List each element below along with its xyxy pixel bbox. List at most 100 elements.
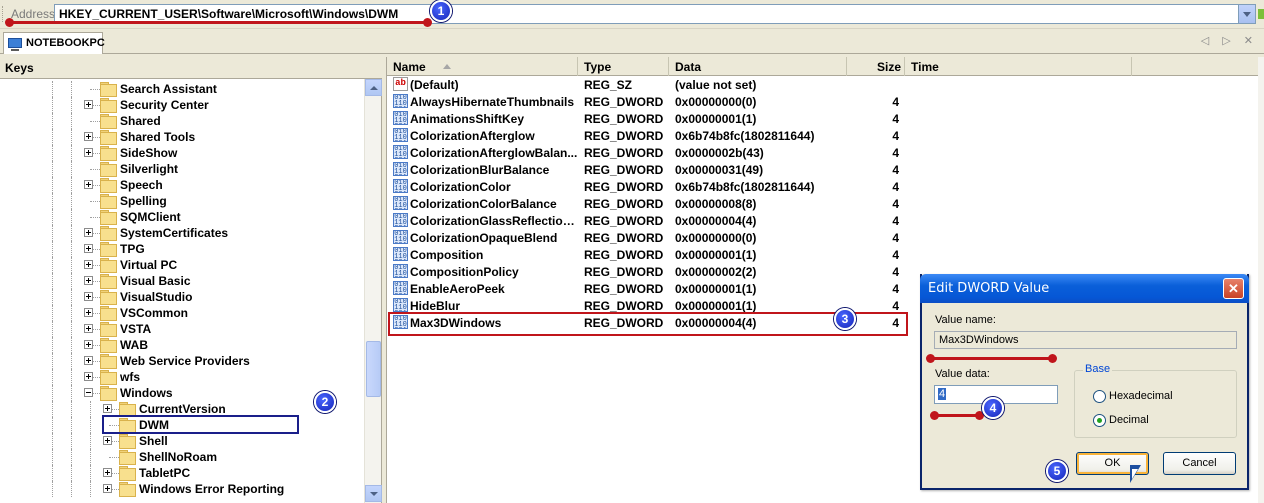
tree-item-shellnoroam[interactable]: ShellNoRoam [0,449,364,465]
value-name-cell: ColorizationColor [410,180,511,194]
value-row[interactable]: 010110001ColorizationBlurBalance REG_DWOR… [387,161,1257,178]
tree-item-windows-error-reporting[interactable]: Windows Error Reporting [0,481,364,497]
expand-icon[interactable] [84,372,93,381]
tab-label: NOTEBOOKPC [26,37,105,49]
tree-item-shared[interactable]: Shared [0,113,364,129]
folder-icon [100,210,117,225]
expand-icon[interactable] [84,244,93,253]
expand-icon[interactable] [103,468,112,477]
expand-icon[interactable] [84,308,93,317]
tree-guide-line [52,401,53,417]
tree-item-visual-basic[interactable]: Visual Basic [0,273,364,289]
tree-guide-line [52,225,53,241]
column-header-type[interactable]: Type [578,57,669,76]
tree-item-label: SystemCertificates [120,226,229,240]
radio-decimal-label[interactable]: Decimal [1109,414,1149,426]
tree-item-tabletpc[interactable]: TabletPC [0,465,364,481]
value-row[interactable]: 010110001ColorizationGlassReflection... R… [387,212,1257,229]
expand-icon[interactable] [84,292,93,301]
dialog-titlebar[interactable]: Edit DWORD Value ✕ [920,274,1249,303]
column-header-size[interactable]: Size [847,57,905,76]
tree-item-speech[interactable]: Speech [0,177,364,193]
column-header-data[interactable]: Data [669,57,847,76]
cancel-button[interactable]: Cancel [1163,452,1236,475]
expand-icon[interactable] [84,260,93,269]
tab-nav-controls[interactable]: ◁ ▷ ✕ [1201,34,1258,47]
tree-item-spelling[interactable]: Spelling [0,193,364,209]
tree-guide-line [71,209,72,225]
tree-guide-line [52,433,53,449]
value-row[interactable]: 010110001ColorizationOpaqueBlend REG_DWOR… [387,229,1257,246]
radio-hexadecimal-label[interactable]: Hexadecimal [1109,390,1173,402]
values-scrollbar[interactable] [1258,57,1264,503]
tree-item-vscommon[interactable]: VSCommon [0,305,364,321]
expand-icon[interactable] [84,276,93,285]
tree-item-tpg[interactable]: TPG [0,241,364,257]
tree-item-search-assistant[interactable]: Search Assistant [0,81,364,97]
tree-item-wfs[interactable]: wfs [0,369,364,385]
value-name-cell: ColorizationOpaqueBlend [410,231,558,245]
value-row[interactable]: 010110001ColorizationColor REG_DWORD 0x6b7… [387,178,1257,195]
expand-icon[interactable] [84,356,93,365]
expand-icon[interactable] [84,180,93,189]
expand-icon[interactable] [84,100,93,109]
value-row[interactable]: 010110001AnimationsShiftKey REG_DWORD 0x00… [387,110,1257,127]
value-row[interactable]: 010110001ColorizationColorBalance REG_DWO… [387,195,1257,212]
value-row[interactable]: 010110001ColorizationAfterglow REG_DWORD 0… [387,127,1257,144]
scroll-thumb[interactable] [366,341,381,397]
expand-icon[interactable] [84,324,93,333]
expand-icon[interactable] [103,436,112,445]
value-type-cell: REG_DWORD [584,146,664,160]
expand-icon[interactable] [84,132,93,141]
value-type-cell: REG_DWORD [584,180,664,194]
tree-guide-line [71,481,72,497]
value-row[interactable]: 010110001AlwaysHibernateThumbnails REG_DW… [387,93,1257,110]
tree-item-shared-tools[interactable]: Shared Tools [0,129,364,145]
keys-scrollbar[interactable] [364,79,382,503]
expand-icon[interactable] [103,484,112,493]
value-size-cell: 4 [892,95,899,109]
expand-icon[interactable] [84,340,93,349]
value-row[interactable]: 010110001ColorizationAfterglowBalan... RE… [387,144,1257,161]
tree-item-visualstudio[interactable]: VisualStudio [0,289,364,305]
tree-item-web-service-providers[interactable]: Web Service Providers [0,353,364,369]
value-row[interactable]: 010110001Composition REG_DWORD 0x00000001(… [387,246,1257,263]
tree-item-label: VisualStudio [120,290,193,304]
address-dropdown-button[interactable] [1238,5,1255,23]
value-size-cell: 4 [892,282,899,296]
tree-item-shell[interactable]: Shell [0,433,364,449]
tree-item-vsta[interactable]: VSTA [0,321,364,337]
expand-icon[interactable] [84,228,93,237]
tree-item-security-center[interactable]: Security Center [0,97,364,113]
value-type-cell: REG_DWORD [584,163,664,177]
tree-guide-line [52,337,53,353]
column-header-name[interactable]: Name [387,57,578,76]
radio-hexadecimal[interactable] [1093,390,1106,403]
tree-item-label: Shared [120,114,161,128]
scroll-up-button[interactable] [365,79,382,96]
folder-icon [100,322,117,337]
keys-pane-title: Keys [5,61,34,75]
expand-icon[interactable] [84,148,93,157]
tab-notebookpc[interactable]: NOTEBOOKPC [3,32,105,54]
go-icon[interactable] [1258,9,1264,19]
radio-decimal[interactable] [1093,414,1106,427]
value-row[interactable]: ab (Default) REG_SZ (value not set) [387,76,1257,93]
column-header-time[interactable]: Time [905,57,1132,76]
tree-item-windows[interactable]: Windows [0,385,364,401]
expand-icon[interactable] [103,404,112,413]
tree-guide-line [71,225,72,241]
scroll-down-button[interactable] [365,485,382,502]
tree-item-wab[interactable]: WAB [0,337,364,353]
dialog-title: Edit DWORD Value [928,281,1050,296]
tree-item-silverlight[interactable]: Silverlight [0,161,364,177]
close-icon[interactable]: ✕ [1223,278,1244,299]
tree-item-virtual-pc[interactable]: Virtual PC [0,257,364,273]
edit-dword-dialog: Edit DWORD Value ✕ Value name: Max3DWind… [920,274,1249,490]
collapse-icon[interactable] [84,388,93,397]
registry-key-tree[interactable]: Search Assistant Security Center Shared Sha… [0,79,364,503]
tree-guide-line [71,417,72,433]
tree-item-sqmclient[interactable]: SQMClient [0,209,364,225]
tree-item-systemcertificates[interactable]: SystemCertificates [0,225,364,241]
tree-item-sideshow[interactable]: SideShow [0,145,364,161]
